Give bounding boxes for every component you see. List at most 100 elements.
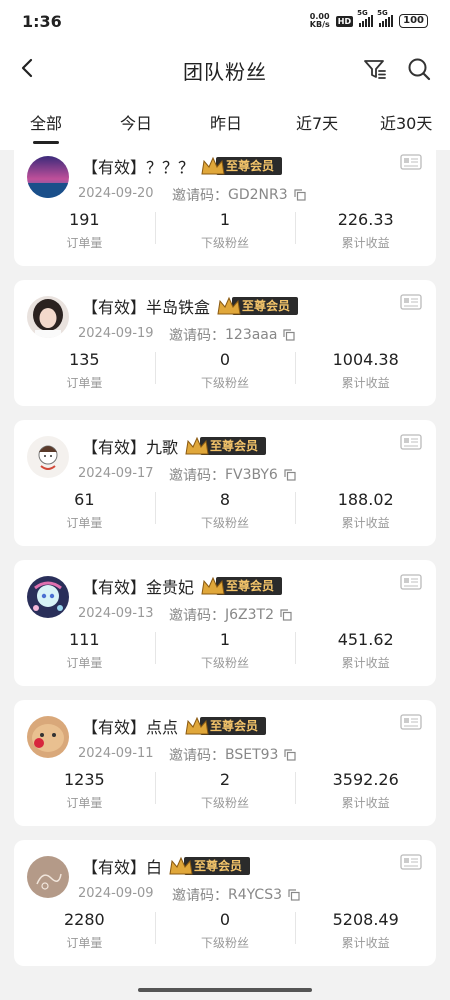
id-card-icon[interactable]	[400, 434, 422, 450]
fan-stats: 135 订单量 0 下级粉丝 1004.38 累计收益	[14, 350, 436, 400]
join-date: 2024-09-20	[78, 186, 154, 201]
stat-earnings: 226.33 累计收益	[295, 210, 436, 260]
avatar	[27, 856, 69, 898]
invite-code: 邀请码： 123aaa	[169, 325, 296, 345]
stat-subfans: 8 下级粉丝	[154, 490, 296, 540]
stat-earnings: 3592.26 累计收益	[295, 770, 436, 820]
fan-stats: 2280 订单量 0 下级粉丝 5208.49 累计收益	[14, 910, 436, 960]
fan-stats: 1235 订单量 2 下级粉丝 3592.26 累计收益	[14, 770, 436, 820]
invite-code: 邀请码： BSET93	[169, 745, 297, 765]
home-indicator[interactable]	[138, 988, 312, 992]
stat-orders: 61 订单量	[66, 490, 103, 530]
join-date: 2024-09-11	[78, 746, 154, 761]
fan-name: 【有效】金贵妃	[82, 578, 195, 597]
battery-icon: 100	[399, 14, 428, 28]
fan-card[interactable]: 【有效】？？？ 至尊会员 2024-09-20 邀请码： GD2NR3 191 订单…	[14, 150, 436, 266]
copy-icon[interactable]	[284, 469, 296, 481]
stat-subfans: 1 下级粉丝	[154, 210, 296, 260]
fan-name: 【有效】半岛铁盒	[82, 298, 211, 317]
invite-code: 邀请码： R4YCS3	[172, 885, 300, 905]
crown-icon	[185, 716, 209, 735]
copy-icon[interactable]	[294, 189, 306, 201]
vip-badge: 至尊会员	[166, 855, 251, 877]
fan-card[interactable]: 【有效】白 至尊会员 2024-09-09 邀请码： R4YCS3 2280 订单量…	[14, 840, 436, 966]
fan-name: 【有效】九歌	[82, 438, 179, 457]
join-date: 2024-09-09	[78, 886, 154, 901]
search-icon[interactable]	[406, 56, 432, 82]
fan-name-line: 【有效】半岛铁盒 至尊会员	[82, 294, 299, 318]
fan-card[interactable]: 【有效】九歌 至尊会员 2024-09-17 邀请码： FV3BY6 61 订单量 …	[14, 420, 436, 546]
vip-badge: 至尊会员	[182, 435, 267, 457]
status-icons: 0.00 KB/s HD 5G 5G 100	[309, 9, 428, 29]
stat-subfans: 0 下级粉丝	[154, 910, 296, 960]
fan-card[interactable]: 【有效】点点 至尊会员 2024-09-11 邀请码： BSET93 1235 订单…	[14, 700, 436, 826]
avatar	[27, 156, 69, 198]
join-date: 2024-09-19	[78, 326, 154, 341]
fan-list[interactable]: 【有效】？？？ 至尊会员 2024-09-20 邀请码： GD2NR3 191 订单…	[0, 150, 450, 980]
fan-name: 【有效】点点	[82, 718, 179, 737]
stat-orders: 135 订单量	[66, 350, 103, 390]
tab-all[interactable]: 全部	[30, 110, 62, 134]
fan-stats: 61 订单量 8 下级粉丝 188.02 累计收益	[14, 490, 436, 540]
stat-earnings: 451.62 累计收益	[295, 630, 436, 680]
invite-code: 邀请码： J6Z3T2	[169, 605, 292, 625]
vip-badge: 至尊会员	[198, 155, 283, 177]
avatar	[27, 716, 69, 758]
join-date: 2024-09-17	[78, 466, 154, 481]
stat-earnings: 188.02 累计收益	[295, 490, 436, 540]
filter-icon[interactable]	[362, 56, 388, 82]
avatar	[27, 296, 69, 338]
stat-earnings: 5208.49 累计收益	[295, 910, 436, 960]
fan-name-line: 【有效】金贵妃 至尊会员	[82, 574, 283, 598]
avatar	[27, 576, 69, 618]
signal-icon: 5G	[357, 9, 374, 27]
fan-stats: 111 订单量 1 下级粉丝 451.62 累计收益	[14, 630, 436, 680]
crown-icon	[201, 576, 225, 595]
crown-icon	[185, 436, 209, 455]
status-time: 1:36	[22, 12, 62, 31]
stat-orders: 191 订单量	[66, 210, 103, 250]
tab-yesterday[interactable]: 昨日	[210, 110, 242, 134]
avatar	[27, 436, 69, 478]
id-card-icon[interactable]	[400, 574, 422, 590]
fan-name-line: 【有效】？？？ 至尊会员	[82, 154, 283, 178]
date-tabs: 全部 今日 昨日 近7天 近30天	[0, 94, 450, 150]
hd-icon: HD	[335, 15, 354, 27]
crown-icon	[217, 296, 241, 315]
net-speed: 0.00 KB/s	[309, 12, 330, 29]
copy-icon[interactable]	[280, 609, 292, 621]
stat-subfans: 1 下级粉丝	[154, 630, 296, 680]
fan-name: 【有效】？？？	[82, 158, 195, 177]
stat-orders: 1235 订单量	[63, 770, 105, 810]
invite-code: 邀请码： GD2NR3	[172, 185, 306, 205]
stat-subfans: 2 下级粉丝	[154, 770, 296, 820]
fan-stats: 191 订单量 1 下级粉丝 226.33 累计收益	[14, 210, 436, 260]
copy-icon[interactable]	[283, 329, 296, 341]
crown-icon	[169, 856, 193, 875]
join-date: 2024-09-13	[78, 606, 154, 621]
fan-card[interactable]: 【有效】金贵妃 至尊会员 2024-09-13 邀请码： J6Z3T2 111 订单…	[14, 560, 436, 686]
signal-icon-2: 5G	[377, 9, 394, 27]
nav-header: 团队粉丝	[0, 44, 450, 94]
invite-code: 邀请码： FV3BY6	[169, 465, 296, 485]
fan-name: 【有效】白	[82, 858, 163, 877]
fan-card[interactable]: 【有效】半岛铁盒 至尊会员 2024-09-19 邀请码： 123aaa 135 订…	[14, 280, 436, 406]
vip-badge: 至尊会员	[198, 575, 283, 597]
crown-icon	[201, 156, 225, 175]
id-card-icon[interactable]	[400, 294, 422, 310]
fan-name-line: 【有效】九歌 至尊会员	[82, 434, 267, 458]
tab-30-days[interactable]: 近30天	[380, 110, 432, 134]
tab-today[interactable]: 今日	[120, 110, 152, 134]
id-card-icon[interactable]	[400, 854, 422, 870]
id-card-icon[interactable]	[400, 154, 422, 170]
fan-name-line: 【有效】点点 至尊会员	[82, 714, 267, 738]
status-bar: 1:36 0.00 KB/s HD 5G 5G 100	[0, 0, 450, 44]
tab-7-days[interactable]: 近7天	[296, 110, 338, 134]
vip-badge: 至尊会员	[214, 295, 299, 317]
copy-icon[interactable]	[284, 749, 297, 761]
stat-subfans: 0 下级粉丝	[154, 350, 296, 400]
id-card-icon[interactable]	[400, 714, 422, 730]
stat-orders: 111 订单量	[66, 630, 103, 670]
stat-orders: 2280 订单量	[63, 910, 105, 950]
copy-icon[interactable]	[288, 889, 300, 901]
